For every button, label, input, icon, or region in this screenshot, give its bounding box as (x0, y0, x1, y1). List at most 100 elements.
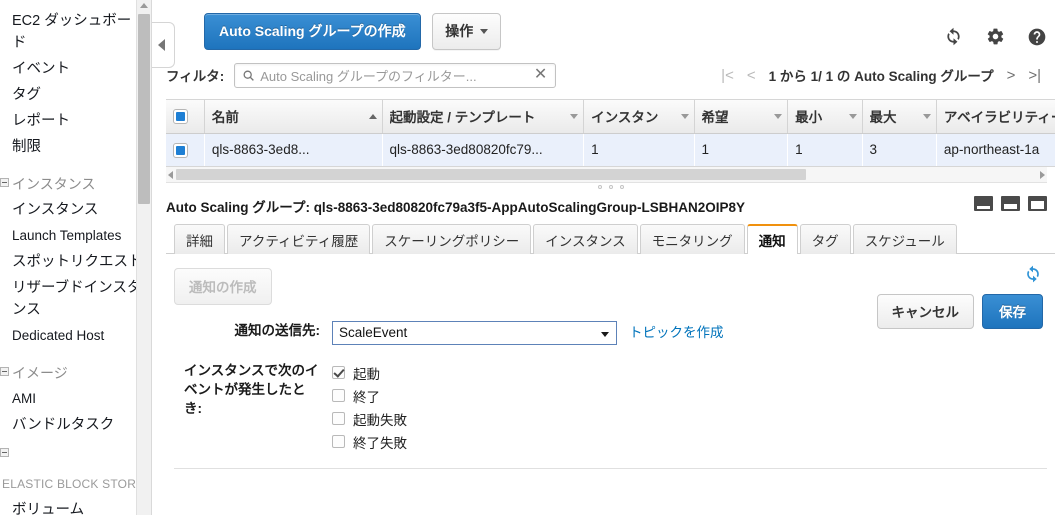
scroll-left-arrow-icon[interactable] (168, 171, 173, 179)
column-header-2[interactable]: 起動設定 / テンプレート (382, 100, 585, 134)
column-header-label: インスタン (591, 110, 659, 126)
filter-input-wrapper[interactable]: Auto Scaling グループのフィルター... ✕ (234, 62, 557, 88)
sidebar-item-launch-templates[interactable]: Launch Templates (0, 223, 151, 249)
tab-7[interactable]: タグ (799, 224, 851, 254)
column-header-6[interactable]: 最大 (862, 100, 937, 134)
column-menu-icon[interactable] (848, 114, 857, 119)
column-menu-icon[interactable] (774, 114, 783, 119)
column-header-1[interactable]: 名前 (204, 100, 383, 134)
filter-input[interactable]: Auto Scaling グループのフィルター... (260, 66, 530, 85)
sidebar-item-spot-requests[interactable]: スポットリクエスト (0, 249, 151, 275)
column-header-label: 最小 (795, 110, 823, 126)
actions-dropdown-button[interactable]: 操作 (432, 13, 502, 50)
last-page-button[interactable]: >| (1028, 68, 1041, 83)
column-header-5[interactable]: 最小 (787, 100, 863, 134)
table-cell-5: 1 (787, 133, 863, 166)
auto-scaling-groups-table: 名前起動設定 / テンプレートインスタン希望最小最大アベイラビリティーゾーンデ … (166, 99, 1055, 167)
table-cell-1: qls-8863-3ed8... (204, 133, 382, 166)
sidebar-group-elastic-block-store: ELASTIC BLOCK STORE (0, 471, 151, 497)
event-checkbox-row-1[interactable]: 起動 (332, 362, 407, 383)
sidebar-collapse-button[interactable] (152, 22, 175, 68)
scroll-up-arrow-icon[interactable] (140, 3, 148, 8)
tab-3[interactable]: スケーリングポリシー (372, 224, 532, 254)
event-checkbox[interactable] (332, 412, 345, 425)
expand-collapse-icon[interactable] (0, 367, 9, 376)
event-checkbox-row-4[interactable]: 終了失敗 (332, 431, 407, 452)
sidebar-item-reports[interactable]: レポート (0, 108, 151, 134)
panel-size-controls (974, 196, 1047, 211)
tab-5[interactable]: モニタリング (639, 224, 745, 254)
refresh-icon[interactable] (943, 26, 964, 47)
sidebar-item-reserved-instances[interactable]: リザーブドインスタンス (0, 275, 151, 323)
scroll-right-arrow-icon[interactable] (1040, 171, 1045, 179)
chevron-left-icon (158, 39, 165, 51)
save-button[interactable]: 保存 (982, 294, 1043, 329)
notifications-tab-content: 通知の作成 キャンセル 保存 通知の送信先: ScaleEvent トピックを作… (166, 254, 1055, 469)
event-checkbox-row-2[interactable]: 終了 (332, 385, 407, 406)
navigation-sidebar: EC2 ダッシュボード イベント タグ レポート 制限 インスタンス インスタンス Launc… (0, 0, 152, 515)
column-header-4[interactable]: 希望 (694, 100, 789, 134)
event-checkbox-row-3[interactable]: 起動失敗 (332, 408, 407, 429)
event-checkbox[interactable] (332, 366, 345, 379)
sidebar-group-images[interactable]: イメージ (0, 360, 151, 386)
event-checkbox[interactable] (332, 435, 345, 448)
event-checkbox-label: 終了失敗 (353, 435, 407, 451)
help-icon[interactable] (1027, 27, 1047, 47)
cancel-button[interactable]: キャンセル (876, 294, 974, 329)
topic-select[interactable]: ScaleEvent (332, 321, 617, 345)
column-header-3[interactable]: インスタン (583, 100, 695, 134)
create-topic-link[interactable]: トピックを作成 (629, 321, 724, 345)
expand-collapse-icon[interactable] (0, 178, 9, 187)
select-all-header[interactable] (166, 100, 205, 134)
clear-filter-icon[interactable]: ✕ (530, 67, 555, 83)
expand-collapse-icon[interactable] (0, 448, 9, 457)
table-row[interactable]: qls-8863-3ed8... qls-8863-3ed80820fc79...… (166, 133, 1055, 166)
sidebar-item-events[interactable]: イベント (0, 56, 151, 82)
sidebar-group-collapsed[interactable] (0, 446, 151, 460)
panel-bottom-large-icon[interactable] (1028, 196, 1047, 211)
panel-bottom-small-icon[interactable] (974, 196, 993, 211)
refresh-notifications-icon[interactable] (1023, 264, 1043, 284)
sidebar-scrollbar-thumb[interactable] (138, 14, 150, 204)
table-cell-2: qls-8863-3ed80820fc79... (382, 133, 584, 166)
sidebar-group-label: インスタンス (12, 176, 96, 192)
search-icon (242, 69, 255, 82)
select-all-checkbox[interactable] (173, 109, 188, 125)
main-content: Auto Scaling グループの作成 操作 フィルタ: Auto Scali… (152, 0, 1055, 515)
sidebar-item-volumes[interactable]: ボリューム (0, 497, 151, 515)
create-auto-scaling-group-button[interactable]: Auto Scaling グループの作成 (204, 13, 421, 50)
prev-page-button[interactable]: < (747, 68, 756, 83)
first-page-button[interactable]: |< (721, 68, 734, 83)
sidebar-group-label: ELASTIC BLOCK STORE (2, 477, 145, 491)
table-cell-6: 3 (862, 133, 937, 166)
tab-1[interactable]: 詳細 (174, 224, 225, 254)
row-checkbox[interactable] (173, 142, 188, 158)
panel-bottom-medium-icon[interactable] (1001, 196, 1020, 211)
column-menu-icon[interactable] (922, 114, 931, 119)
sidebar-item-bundle-tasks[interactable]: バンドルタスク (0, 412, 151, 438)
table-horizontal-scrollbar[interactable] (166, 167, 1047, 183)
topic-select-value: ScaleEvent (339, 325, 408, 340)
column-header-7[interactable]: アベイラビリティーゾーン (936, 100, 1055, 134)
column-menu-icon[interactable] (680, 114, 689, 119)
sidebar-group-instances[interactable]: インスタンス (0, 171, 151, 197)
sidebar-item-ami[interactable]: AMI (0, 386, 151, 412)
event-checkbox[interactable] (332, 389, 345, 402)
sidebar-item-dedicated-host[interactable]: Dedicated Host (0, 323, 151, 349)
gear-icon[interactable] (986, 27, 1005, 46)
horizontal-scrollbar-thumb[interactable] (176, 169, 806, 180)
sidebar-item-tags[interactable]: タグ (0, 82, 151, 108)
tab-8[interactable]: スケジュール (852, 224, 957, 254)
row-select-cell[interactable] (166, 133, 205, 166)
next-page-button[interactable]: > (1007, 68, 1016, 83)
column-menu-icon[interactable] (570, 114, 579, 119)
sidebar-item-limits[interactable]: 制限 (0, 134, 151, 160)
sidebar-scrollbar[interactable] (136, 0, 151, 515)
tab-2[interactable]: アクティビティ履歴 (227, 224, 371, 254)
action-toolbar: Auto Scaling グループの作成 操作 (152, 0, 1055, 56)
sidebar-item-instances[interactable]: インスタンス (0, 197, 151, 223)
tab-4[interactable]: インスタンス (533, 224, 638, 254)
tab-6[interactable]: 通知 (746, 224, 798, 255)
sort-ascending-icon[interactable] (368, 114, 377, 119)
sidebar-item-ec2-dashboard[interactable]: EC2 ダッシュボード (0, 8, 151, 56)
